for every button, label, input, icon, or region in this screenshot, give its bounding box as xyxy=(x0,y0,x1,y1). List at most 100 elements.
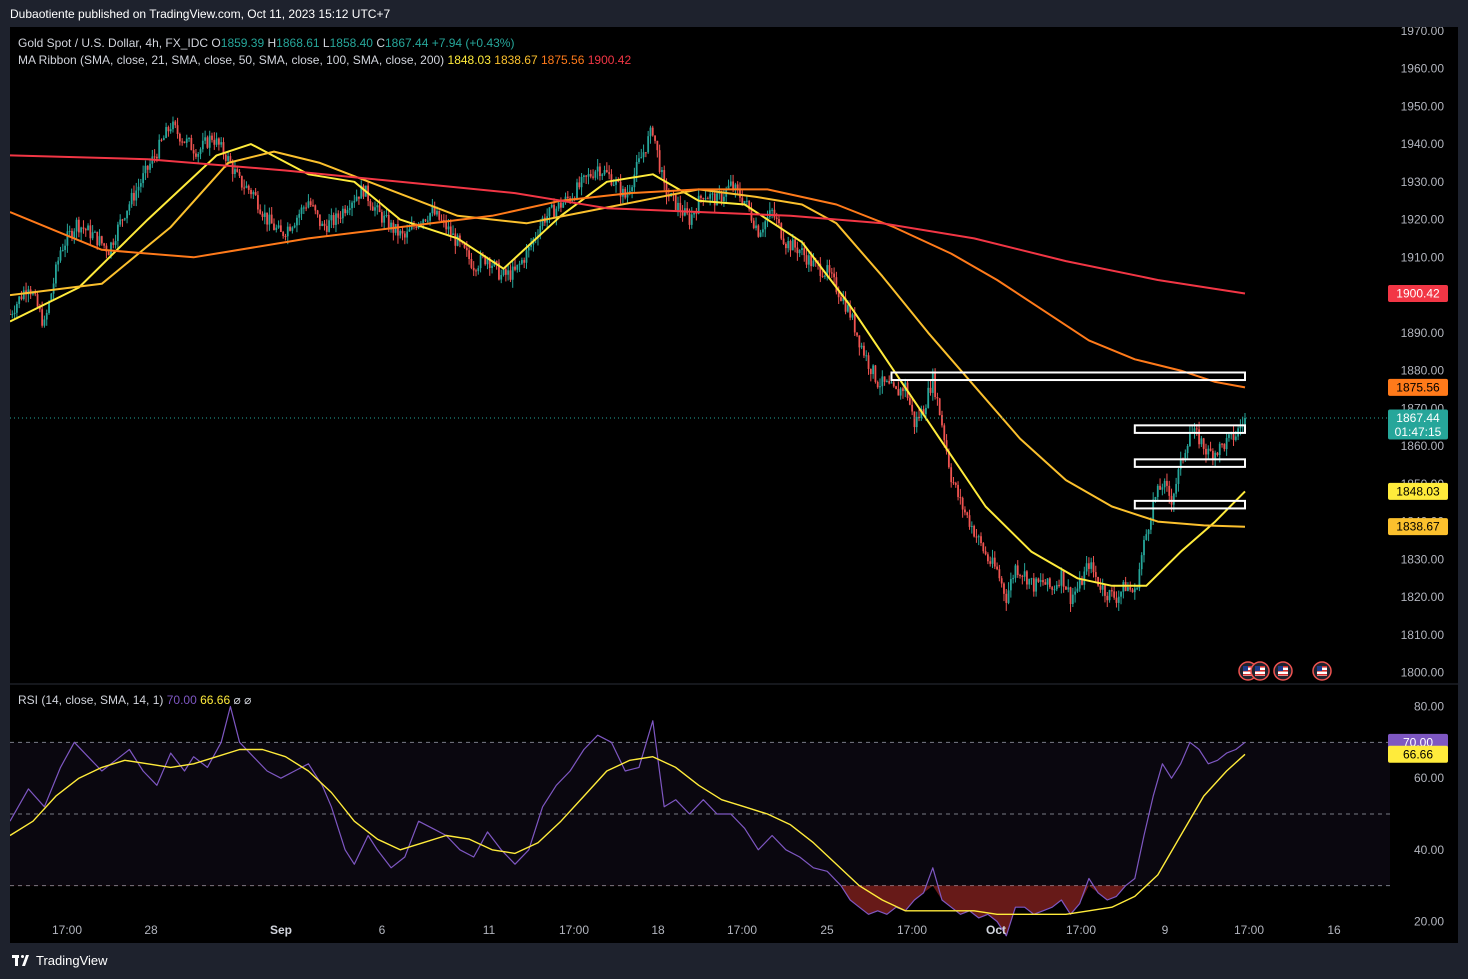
ma-ribbon xyxy=(10,143,1246,587)
candle-body xyxy=(759,232,762,237)
candle-body xyxy=(980,536,982,544)
legend-open: 1859.39 xyxy=(220,36,265,50)
candle-body xyxy=(509,270,512,280)
candle-body xyxy=(59,250,62,261)
candle-body xyxy=(55,264,57,284)
candle-body xyxy=(284,236,287,238)
candle-body xyxy=(456,235,459,246)
candle-body xyxy=(100,236,103,244)
candle-body xyxy=(387,215,390,230)
candle-body xyxy=(592,176,594,178)
candle-body xyxy=(610,174,613,186)
candle-body xyxy=(1239,426,1242,429)
legend-ma200: 1900.42 xyxy=(587,53,632,67)
candle-body xyxy=(984,551,987,555)
candle-body xyxy=(1016,565,1019,576)
candle-body xyxy=(77,219,80,233)
candle-body xyxy=(830,272,833,274)
candle-body xyxy=(755,225,757,229)
candle-body xyxy=(661,170,663,173)
candle-body xyxy=(1074,591,1077,595)
footer-brand[interactable]: TradingView xyxy=(12,953,108,968)
candle-body xyxy=(11,314,14,316)
candle-body xyxy=(436,210,438,215)
candle-body xyxy=(853,314,856,333)
candle-body xyxy=(174,121,177,126)
chart-frame[interactable]: 1970.00 1960.00 1950.00 1940.00 1930.00 1920.… xyxy=(10,27,1458,943)
candle-body xyxy=(1202,438,1205,449)
candle-body xyxy=(96,231,99,246)
candle-body xyxy=(156,156,158,159)
price-legend: Gold Spot / U.S. Dollar, 4h, FX_IDC O185… xyxy=(18,36,632,67)
candle-body xyxy=(1175,483,1178,494)
candle-body xyxy=(112,242,115,245)
candle-body xyxy=(727,185,730,189)
candle-body xyxy=(339,217,342,219)
candle-body xyxy=(399,230,402,236)
candle-body xyxy=(874,365,877,382)
candle-body xyxy=(190,138,193,151)
candle-body xyxy=(888,380,891,384)
candle-body xyxy=(452,233,454,235)
candle-body xyxy=(525,250,528,263)
candle-body xyxy=(975,536,978,538)
candle-body xyxy=(374,207,376,211)
candle-body xyxy=(1156,485,1159,498)
candle-body xyxy=(824,275,826,277)
candle-body xyxy=(688,213,691,225)
candle-body xyxy=(130,192,133,205)
candle-body xyxy=(557,202,560,209)
candle-body xyxy=(348,208,351,211)
candle-body xyxy=(1106,595,1109,601)
candle-body xyxy=(1069,587,1072,605)
candle-body xyxy=(594,171,597,178)
candle-body xyxy=(1122,581,1125,592)
candle-body xyxy=(213,139,216,145)
candle-body xyxy=(1207,448,1210,455)
candle-body xyxy=(167,127,170,132)
candle-body xyxy=(796,247,799,254)
candle-body xyxy=(1104,585,1106,596)
candle-body xyxy=(344,208,347,214)
candle-body xyxy=(521,260,523,264)
candle-body xyxy=(1140,555,1143,570)
candle-body xyxy=(798,250,801,254)
candle-body xyxy=(309,201,312,206)
zone-rectangle xyxy=(1133,458,1246,468)
candle-body xyxy=(789,241,792,251)
candle-body xyxy=(13,312,16,315)
candle-body xyxy=(1076,588,1079,592)
candle-body xyxy=(495,261,498,263)
candle-body xyxy=(973,526,976,537)
legend-change: +7.94 (+0.43%) xyxy=(431,36,515,50)
candle-body xyxy=(895,386,897,390)
candle-body xyxy=(89,225,92,239)
candle-body xyxy=(784,243,787,249)
candle-body xyxy=(527,246,530,251)
candle-body xyxy=(720,192,723,202)
us-flag-canton xyxy=(1255,666,1260,671)
candle-body xyxy=(1143,539,1145,556)
candle-body xyxy=(73,231,76,239)
candle-body xyxy=(1088,563,1090,569)
chart-canvas[interactable]: 1970.00 1960.00 1950.00 1940.00 1930.00 1920.… xyxy=(10,27,1458,943)
candle-body xyxy=(426,220,429,222)
candle-body xyxy=(757,225,760,237)
candle-body xyxy=(1009,579,1012,591)
candle-body xyxy=(273,223,275,230)
candle-body xyxy=(879,386,881,388)
price-tick-label: 1810.00 xyxy=(1401,628,1445,642)
candle-body xyxy=(1094,572,1097,577)
candle-body xyxy=(355,196,358,201)
candle-body xyxy=(1198,429,1200,445)
candle-body xyxy=(1058,584,1060,586)
candle-body xyxy=(934,371,937,397)
candle-body xyxy=(266,212,269,225)
candle-body xyxy=(996,566,998,570)
candle-body xyxy=(1023,571,1026,577)
candle-body xyxy=(773,209,776,218)
candle-body xyxy=(424,219,427,221)
candle-body xyxy=(1030,578,1033,580)
candle-body xyxy=(585,175,588,177)
candle-body xyxy=(305,207,308,209)
